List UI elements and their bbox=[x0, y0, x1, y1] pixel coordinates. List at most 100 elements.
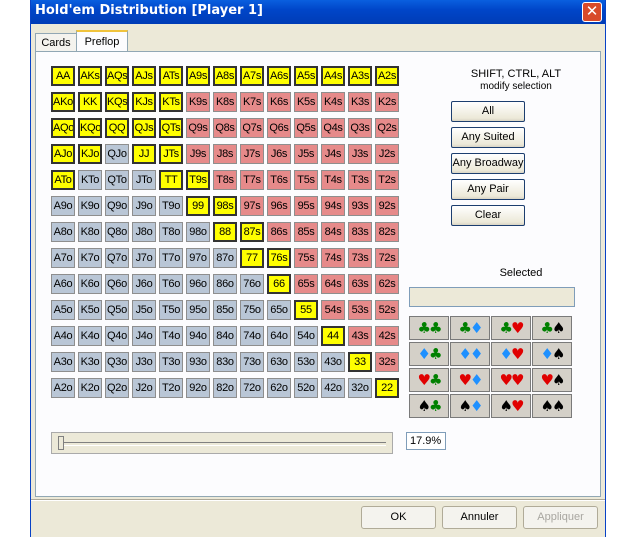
hand-cell-q9o[interactable]: Q9o bbox=[105, 196, 129, 216]
hand-cell-k7s[interactable]: K7s bbox=[240, 92, 264, 112]
hand-cell-65s[interactable]: 65s bbox=[294, 274, 318, 294]
hand-cell-82s[interactable]: 82s bbox=[375, 222, 399, 242]
hand-cell-94o[interactable]: 94o bbox=[186, 326, 210, 346]
hand-cell-j9s[interactable]: J9s bbox=[186, 144, 210, 164]
hand-cell-84s[interactable]: 84s bbox=[321, 222, 345, 242]
hand-cell-t8o[interactable]: T8o bbox=[159, 222, 183, 242]
hand-cell-ato[interactable]: ATo bbox=[51, 170, 75, 190]
hand-cell-jts[interactable]: JTs bbox=[159, 144, 183, 164]
hand-cell-ajo[interactable]: AJo bbox=[51, 144, 75, 164]
hand-cell-ajs[interactable]: AJs bbox=[132, 66, 156, 86]
hand-cell-a5o[interactable]: A5o bbox=[51, 300, 75, 320]
hand-cell-t4o[interactable]: T4o bbox=[159, 326, 183, 346]
hand-cell-64s[interactable]: 64s bbox=[321, 274, 345, 294]
hand-cell-74o[interactable]: 74o bbox=[240, 326, 264, 346]
hand-cell-87s[interactable]: 87s bbox=[240, 222, 264, 242]
hand-cell-q4s[interactable]: Q4s bbox=[321, 118, 345, 138]
hand-cell-j9o[interactable]: J9o bbox=[132, 196, 156, 216]
hand-cell-42s[interactable]: 42s bbox=[375, 326, 399, 346]
hand-cell-97s[interactable]: 97s bbox=[240, 196, 264, 216]
hand-cell-a4o[interactable]: A4o bbox=[51, 326, 75, 346]
hand-cell-j3o[interactable]: J3o bbox=[132, 352, 156, 372]
hand-cell-73o[interactable]: 73o bbox=[240, 352, 264, 372]
hand-cell-q5s[interactable]: Q5s bbox=[294, 118, 318, 138]
hand-cell-a6s[interactable]: A6s bbox=[267, 66, 291, 86]
suit-combo-sd[interactable]: ♠♦ bbox=[450, 394, 490, 418]
hand-cell-43s[interactable]: 43s bbox=[348, 326, 372, 346]
hand-cell-q8s[interactable]: Q8s bbox=[213, 118, 237, 138]
hand-cell-j5o[interactable]: J5o bbox=[132, 300, 156, 320]
hand-cell-q3o[interactable]: Q3o bbox=[105, 352, 129, 372]
hand-cell-84o[interactable]: 84o bbox=[213, 326, 237, 346]
hand-cell-t6s[interactable]: T6s bbox=[267, 170, 291, 190]
hand-cell-a5s[interactable]: A5s bbox=[294, 66, 318, 86]
apply-button[interactable]: Appliquer bbox=[523, 506, 598, 529]
hand-cell-52o[interactable]: 52o bbox=[294, 378, 318, 398]
hand-cell-85s[interactable]: 85s bbox=[294, 222, 318, 242]
cancel-button[interactable]: Annuler bbox=[442, 506, 517, 529]
hand-cell-a3s[interactable]: A3s bbox=[348, 66, 372, 86]
hand-cell-96s[interactable]: 96s bbox=[267, 196, 291, 216]
clear-button[interactable]: Clear bbox=[451, 205, 525, 226]
hand-cell-86s[interactable]: 86s bbox=[267, 222, 291, 242]
hand-cell-a2s[interactable]: A2s bbox=[375, 66, 399, 86]
suit-combo-dc[interactable]: ♦♣ bbox=[409, 342, 449, 366]
hand-cell-q2o[interactable]: Q2o bbox=[105, 378, 129, 398]
hand-cell-a6o[interactable]: A6o bbox=[51, 274, 75, 294]
hand-cell-62s[interactable]: 62s bbox=[375, 274, 399, 294]
hand-cell-ako[interactable]: AKo bbox=[51, 92, 75, 112]
hand-cell-j6s[interactable]: J6s bbox=[267, 144, 291, 164]
hand-cell-aks[interactable]: AKs bbox=[78, 66, 102, 86]
hand-cell-62o[interactable]: 62o bbox=[267, 378, 291, 398]
hand-cell-kk[interactable]: KK bbox=[78, 92, 102, 112]
hand-cell-t3o[interactable]: T3o bbox=[159, 352, 183, 372]
hand-cell-76s[interactable]: 76s bbox=[267, 248, 291, 268]
close-button[interactable]: ✕ bbox=[582, 2, 602, 22]
hand-cell-j8s[interactable]: J8s bbox=[213, 144, 237, 164]
hand-cell-t3s[interactable]: T3s bbox=[348, 170, 372, 190]
hand-cell-73s[interactable]: 73s bbox=[348, 248, 372, 268]
hand-cell-j3s[interactable]: J3s bbox=[348, 144, 372, 164]
hand-cell-k4o[interactable]: K4o bbox=[78, 326, 102, 346]
any-suited-button[interactable]: Any Suited bbox=[451, 127, 525, 148]
range-slider[interactable] bbox=[51, 432, 393, 454]
hand-cell-k9o[interactable]: K9o bbox=[78, 196, 102, 216]
hand-cell-33[interactable]: 33 bbox=[348, 352, 372, 372]
hand-cell-66[interactable]: 66 bbox=[267, 274, 291, 294]
hand-cell-95s[interactable]: 95s bbox=[294, 196, 318, 216]
hand-cell-t9s[interactable]: T9s bbox=[186, 170, 210, 190]
hand-cell-k3o[interactable]: K3o bbox=[78, 352, 102, 372]
hand-cell-32s[interactable]: 32s bbox=[375, 352, 399, 372]
hand-cell-q7o[interactable]: Q7o bbox=[105, 248, 129, 268]
hand-cell-72s[interactable]: 72s bbox=[375, 248, 399, 268]
hand-cell-t5s[interactable]: T5s bbox=[294, 170, 318, 190]
ok-button[interactable]: OK bbox=[361, 506, 436, 529]
hand-cell-63o[interactable]: 63o bbox=[267, 352, 291, 372]
hand-cell-64o[interactable]: 64o bbox=[267, 326, 291, 346]
hand-cell-aa[interactable]: AA bbox=[51, 66, 75, 86]
slider-thumb[interactable] bbox=[58, 436, 64, 450]
hand-cell-74s[interactable]: 74s bbox=[321, 248, 345, 268]
hand-cell-j5s[interactable]: J5s bbox=[294, 144, 318, 164]
hand-cell-93s[interactable]: 93s bbox=[348, 196, 372, 216]
hand-cell-95o[interactable]: 95o bbox=[186, 300, 210, 320]
hand-cell-kjs[interactable]: KJs bbox=[132, 92, 156, 112]
hand-cell-q2s[interactable]: Q2s bbox=[375, 118, 399, 138]
hand-cell-94s[interactable]: 94s bbox=[321, 196, 345, 216]
hand-cell-t2s[interactable]: T2s bbox=[375, 170, 399, 190]
any-pair-button[interactable]: Any Pair bbox=[451, 179, 525, 200]
hand-cell-85o[interactable]: 85o bbox=[213, 300, 237, 320]
hand-cell-jj[interactable]: JJ bbox=[132, 144, 156, 164]
hand-cell-76o[interactable]: 76o bbox=[240, 274, 264, 294]
hand-cell-63s[interactable]: 63s bbox=[348, 274, 372, 294]
suit-combo-hh[interactable]: ♥♥ bbox=[491, 368, 531, 392]
hand-cell-t5o[interactable]: T5o bbox=[159, 300, 183, 320]
hand-cell-j4o[interactable]: J4o bbox=[132, 326, 156, 346]
hand-cell-k6o[interactable]: K6o bbox=[78, 274, 102, 294]
hand-cell-52s[interactable]: 52s bbox=[375, 300, 399, 320]
hand-cell-k5s[interactable]: K5s bbox=[294, 92, 318, 112]
hand-cell-93o[interactable]: 93o bbox=[186, 352, 210, 372]
hand-cell-98o[interactable]: 98o bbox=[186, 222, 210, 242]
hand-cell-kqs[interactable]: KQs bbox=[105, 92, 129, 112]
hand-cell-k6s[interactable]: K6s bbox=[267, 92, 291, 112]
